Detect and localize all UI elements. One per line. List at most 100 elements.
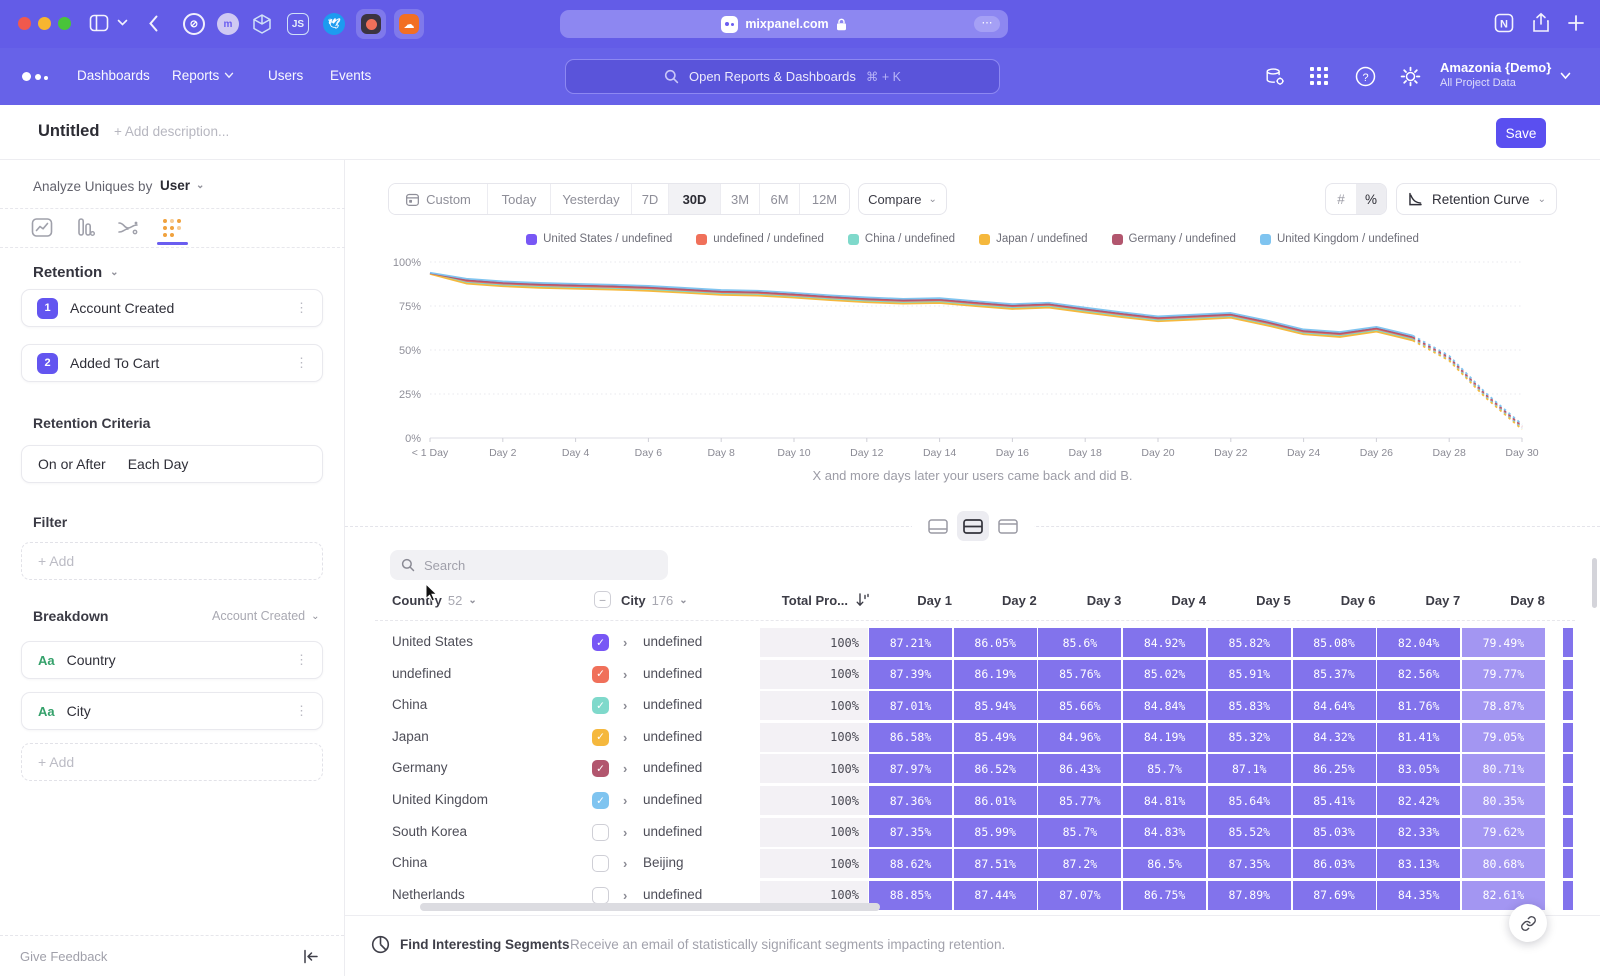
range-3m[interactable]: 3M <box>721 184 760 214</box>
retention-cell[interactable]: 84.83% <box>1123 818 1206 847</box>
data-management-icon[interactable] <box>1264 66 1286 88</box>
retention-cell[interactable]: 87.21% <box>869 628 952 657</box>
add-description[interactable]: + Add description... <box>114 124 229 139</box>
range-12m[interactable]: 12M <box>800 184 849 214</box>
criteria-card[interactable]: On or After Each Day <box>21 445 323 483</box>
row-checkbox[interactable] <box>592 887 609 904</box>
retention-cell[interactable]: 84.92% <box>1123 628 1206 657</box>
retention-cell[interactable]: 85.77% <box>1038 786 1121 815</box>
expand-row-icon[interactable]: › <box>623 698 627 713</box>
give-feedback-link[interactable]: Give Feedback <box>20 949 107 964</box>
kebab-menu-icon[interactable]: ⋮ <box>295 300 308 316</box>
day-column-header[interactable]: Day 6 <box>1293 593 1376 608</box>
retention-cell[interactable]: 86.03% <box>1293 849 1376 878</box>
retention-cell[interactable]: 85.6% <box>1038 628 1121 657</box>
row-checkbox[interactable]: ✓ <box>592 697 609 714</box>
criteria-interval[interactable]: Each Day <box>128 456 189 472</box>
save-button[interactable]: Save <box>1496 118 1546 148</box>
layout-chart-focus-button[interactable] <box>922 511 954 541</box>
day-column-header[interactable]: Day 1 <box>869 593 952 608</box>
share-link-floating-button[interactable] <box>1509 904 1547 942</box>
extension-soundcloud-icon[interactable]: ☁ <box>394 9 424 39</box>
retention-cell[interactable]: 80.35% <box>1462 786 1545 815</box>
retention-cell[interactable]: 79.77% <box>1462 660 1545 689</box>
expand-row-icon[interactable]: › <box>623 888 627 903</box>
expand-row-icon[interactable]: › <box>623 635 627 650</box>
expand-row-icon[interactable]: › <box>623 825 627 840</box>
retention-cell[interactable]: 87.07% <box>1038 881 1121 910</box>
retention-cell[interactable]: 84.64% <box>1293 691 1376 720</box>
retention-cell[interactable]: 84.84% <box>1123 691 1206 720</box>
retention-cell[interactable]: 86.01% <box>954 786 1037 815</box>
expand-row-icon[interactable]: › <box>623 667 627 682</box>
minimize-window-button[interactable] <box>38 17 51 30</box>
retention-cell[interactable]: 85.08% <box>1293 628 1376 657</box>
retention-cell[interactable]: 87.69% <box>1293 881 1376 910</box>
retention-cell[interactable]: 85.64% <box>1208 786 1291 815</box>
retention-cell[interactable]: 85.41% <box>1293 786 1376 815</box>
add-filter-button[interactable]: + Add <box>21 542 323 580</box>
retention-cell[interactable]: 87.36% <box>869 786 952 815</box>
day-column-header[interactable]: Day 7 <box>1377 593 1460 608</box>
global-search[interactable]: Open Reports & Dashboards ⌘ + K <box>565 59 1000 94</box>
event-step-2[interactable]: 2 Added To Cart ⋮ <box>21 344 323 382</box>
legend-item[interactable]: United Kingdom / undefined <box>1260 233 1419 245</box>
select-all-checkbox[interactable]: – <box>594 591 611 608</box>
day-column-header[interactable]: Day 5 <box>1208 593 1291 608</box>
retention-cell[interactable]: 82.56% <box>1377 660 1460 689</box>
layout-split-button[interactable] <box>957 511 989 541</box>
legend-item[interactable]: China / undefined <box>848 233 955 245</box>
extension-avatar-icon[interactable]: m <box>217 13 239 35</box>
retention-cell[interactable]: 86.25% <box>1293 754 1376 783</box>
retention-cell[interactable]: 87.1% <box>1208 754 1291 783</box>
criteria-mode[interactable]: On or After <box>38 456 106 472</box>
back-icon[interactable] <box>148 14 159 33</box>
expand-row-icon[interactable]: › <box>623 761 627 776</box>
close-window-button[interactable] <box>18 17 31 30</box>
retention-cell[interactable]: 83.05% <box>1377 754 1460 783</box>
legend-item[interactable]: United States / undefined <box>526 233 672 245</box>
retention-cell[interactable]: 85.99% <box>954 818 1037 847</box>
total-column-header[interactable]: Total Pro... <box>740 593 848 608</box>
city-column-header[interactable]: City176⌄ <box>621 593 688 608</box>
day-column-header[interactable]: Day 4 <box>1123 593 1206 608</box>
breakdown-scope-dropdown[interactable]: Account Created⌄ <box>212 609 320 623</box>
layout-table-focus-button[interactable] <box>992 511 1024 541</box>
retention-cell[interactable]: 85.49% <box>954 723 1037 752</box>
range-30d[interactable]: 30D <box>669 184 721 214</box>
retention-cell[interactable]: 81.76% <box>1377 691 1460 720</box>
row-checkbox[interactable] <box>592 855 609 872</box>
table-search[interactable] <box>390 550 668 580</box>
event-step-1[interactable]: 1 Account Created ⋮ <box>21 289 323 327</box>
view-type-dropdown[interactable]: Retention Curve⌄ <box>1396 183 1557 215</box>
day-column-header[interactable]: Day 2 <box>954 593 1037 608</box>
retention-cell[interactable]: 85.03% <box>1293 818 1376 847</box>
project-switcher[interactable]: Amazonia {Demo} All Project Data <box>1440 60 1551 89</box>
retention-cell[interactable]: 88.62% <box>869 849 952 878</box>
breakdown-country[interactable]: Aa Country ⋮ <box>21 641 323 679</box>
row-checkbox[interactable]: ✓ <box>592 729 609 746</box>
legend-item[interactable]: Japan / undefined <box>979 233 1087 245</box>
chevron-down-icon[interactable] <box>117 18 128 27</box>
retention-cell[interactable]: 85.7% <box>1038 818 1121 847</box>
nav-link-users[interactable]: Users <box>268 68 303 83</box>
kebab-menu-icon[interactable]: ⋮ <box>295 652 308 668</box>
horizontal-scrollbar[interactable] <box>420 903 880 911</box>
new-tab-icon[interactable] <box>1567 12 1585 34</box>
retention-cell[interactable]: 87.44% <box>954 881 1037 910</box>
retention-cell[interactable]: 86.05% <box>954 628 1037 657</box>
row-checkbox[interactable] <box>592 824 609 841</box>
retention-cell[interactable]: 85.94% <box>954 691 1037 720</box>
retention-cell[interactable]: 83.13% <box>1377 849 1460 878</box>
compare-button[interactable]: Compare⌄ <box>858 183 947 215</box>
retention-cell[interactable]: 79.05% <box>1462 723 1545 752</box>
row-checkbox[interactable]: ✓ <box>592 792 609 809</box>
retention-cell[interactable]: 84.19% <box>1123 723 1206 752</box>
retention-cell[interactable]: 79.62% <box>1462 818 1545 847</box>
expand-row-icon[interactable]: › <box>623 793 627 808</box>
row-checkbox[interactable]: ✓ <box>592 760 609 777</box>
retention-cell[interactable]: 84.81% <box>1123 786 1206 815</box>
day-column-header[interactable]: Day 3 <box>1038 593 1121 608</box>
apps-grid-icon[interactable] <box>1309 66 1329 86</box>
url-options-button[interactable]: ⋯ <box>974 16 1000 32</box>
